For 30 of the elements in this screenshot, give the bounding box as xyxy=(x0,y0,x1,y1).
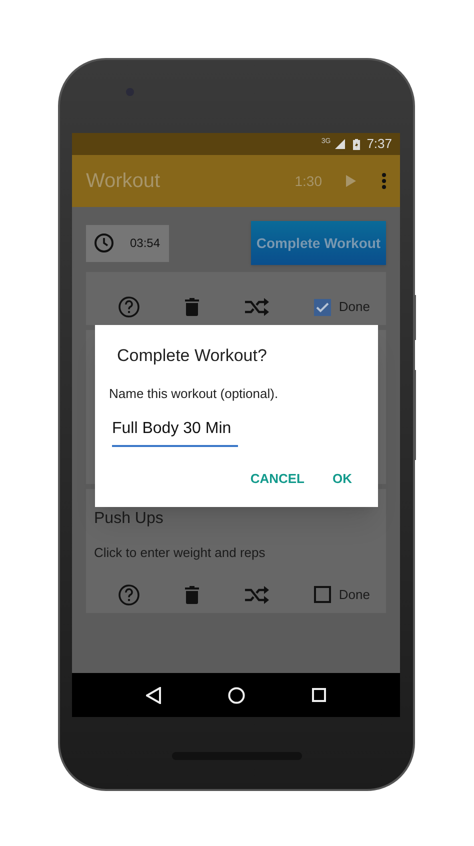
clock-icon xyxy=(94,233,114,253)
help-icon[interactable] xyxy=(118,296,140,318)
home-icon[interactable] xyxy=(228,686,245,704)
dialog-button[interactable]: OK xyxy=(320,461,364,496)
trash-icon[interactable] xyxy=(185,586,200,604)
exercise-hint: Click to enter weight and reps xyxy=(93,544,266,562)
done-label: Done xyxy=(338,586,370,604)
app-title: Workout xyxy=(86,169,162,194)
help-icon[interactable] xyxy=(118,584,140,606)
complete-workout-button[interactable]: Complete Workout xyxy=(251,221,386,265)
dialog-button[interactable]: CANCEL xyxy=(238,461,316,496)
signal-icon xyxy=(334,139,345,149)
elapsed-time: 03:54 xyxy=(130,235,160,252)
trash-icon[interactable] xyxy=(185,298,200,316)
shuffle-icon[interactable] xyxy=(244,586,269,604)
dialog-message: Name this workout (optional). xyxy=(109,384,280,403)
name-input-field[interactable]: Full Body 30 Min xyxy=(112,417,238,447)
rest-timer: 1:30 xyxy=(294,172,322,190)
back-icon[interactable] xyxy=(146,686,161,704)
exercise-name: Push Ups xyxy=(93,509,164,529)
shuffle-icon[interactable] xyxy=(244,298,269,316)
clock-time: 7:37 xyxy=(366,135,392,154)
overflow-menu-icon[interactable] xyxy=(382,173,386,189)
battery-icon xyxy=(352,138,360,150)
done-checkbox[interactable] xyxy=(314,298,331,316)
dialog-title: Complete Workout? xyxy=(116,345,268,367)
done-checkbox[interactable] xyxy=(314,586,331,603)
play-icon[interactable] xyxy=(346,175,356,187)
done-label: Done xyxy=(338,298,370,316)
recents-icon[interactable] xyxy=(312,688,326,702)
